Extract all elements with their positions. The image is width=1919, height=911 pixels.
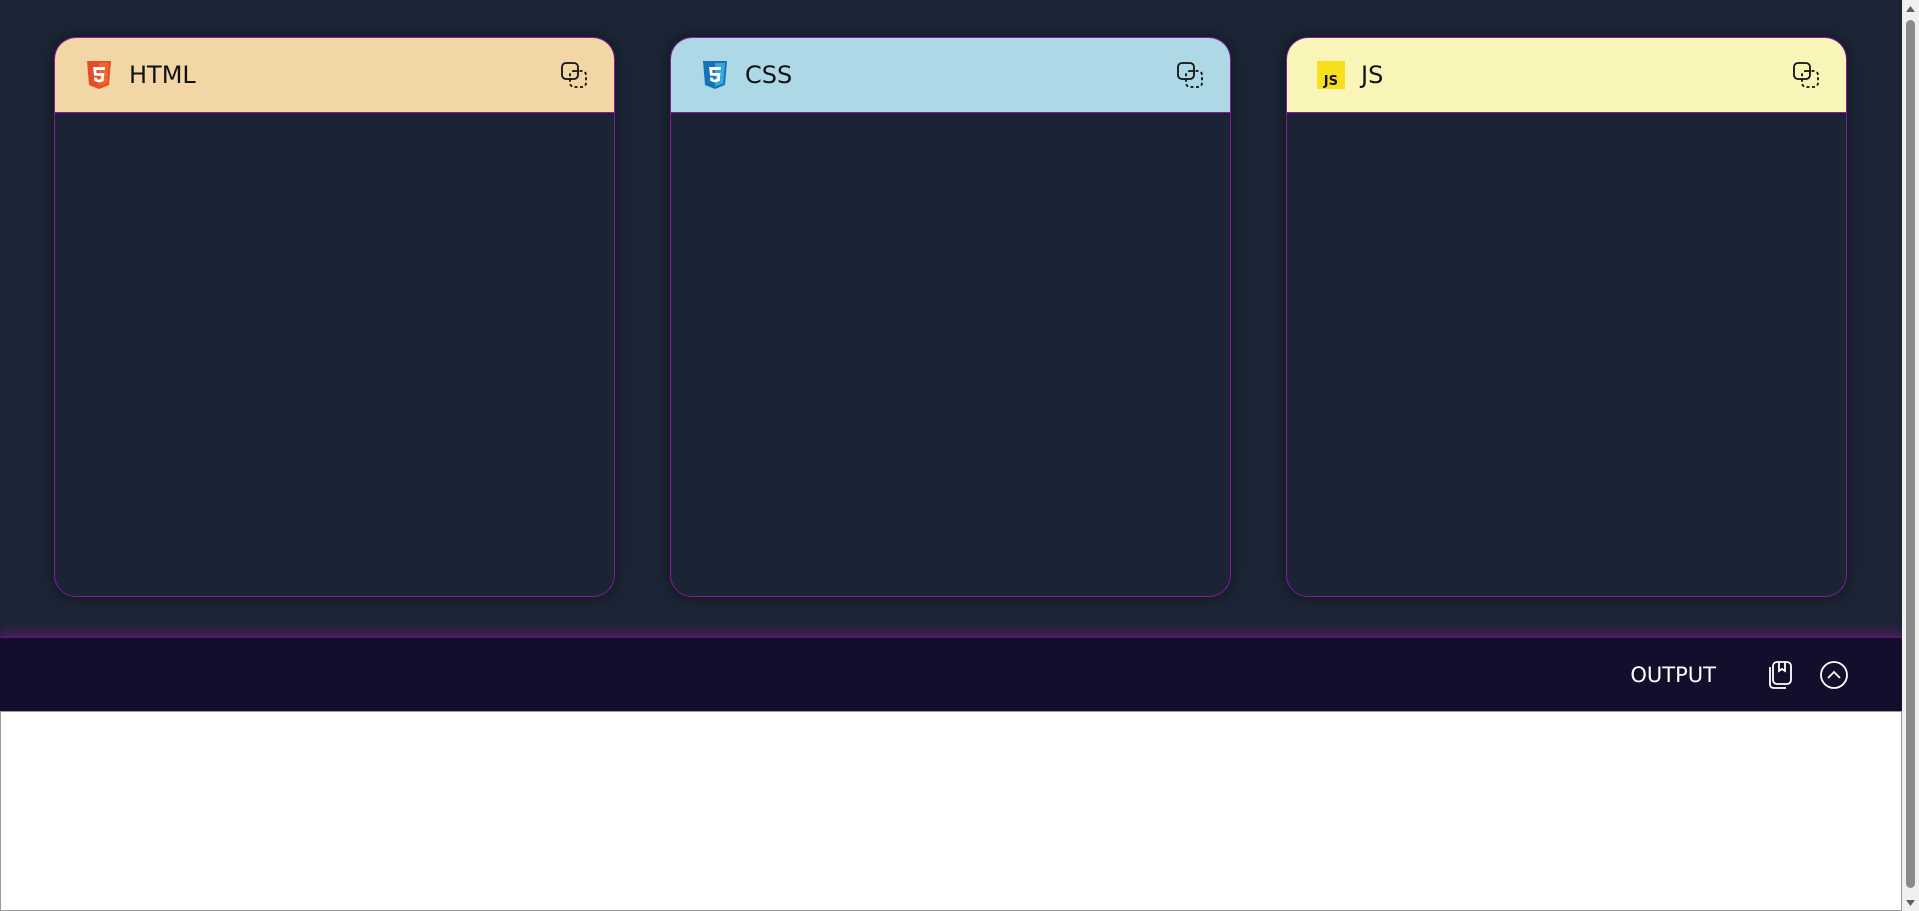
save-output-button[interactable] [1764,659,1796,691]
output-toolbar: OUTPUT [0,636,1902,711]
js-editor-panel: JS JS [1286,37,1847,597]
copy-html-button[interactable] [559,60,589,90]
scroll-up-arrow-icon[interactable] [1902,0,1919,17]
js-badge-text: JS [1323,74,1338,89]
page-scrollbar[interactable] [1902,0,1919,911]
save-icon [1769,660,1792,689]
copy-js-button[interactable] [1791,60,1821,90]
html-editor-panel: HTML [54,37,615,597]
css-panel-title: CSS [745,61,793,89]
html-panel-title: HTML [129,61,196,89]
chevron-up-circle-icon [1820,660,1848,689]
css-editor-panel: CSS [670,37,1231,597]
js-icon: JS [1317,61,1345,89]
scroll-down-arrow-icon[interactable] [1902,894,1919,911]
output-label: OUTPUT [1630,662,1716,687]
code-editor-app: HTML CSS JS JS OUTPUT [0,0,1919,911]
css3-icon [701,61,729,89]
js-panel-header: JS JS [1287,38,1846,113]
scrollbar-thumb[interactable] [1906,20,1915,888]
html5-icon [85,61,113,89]
css-code-input[interactable] [671,113,1230,596]
toggle-output-button[interactable] [1818,659,1850,691]
html-panel-header: HTML [55,38,614,113]
html-code-input[interactable] [55,113,614,596]
output-preview-frame[interactable] [0,711,1902,911]
css-panel-header: CSS [671,38,1230,113]
editors-area: HTML CSS JS JS [0,0,1902,636]
copy-css-button[interactable] [1175,60,1205,90]
js-panel-title: JS [1361,61,1384,89]
js-code-input[interactable] [1287,113,1846,596]
